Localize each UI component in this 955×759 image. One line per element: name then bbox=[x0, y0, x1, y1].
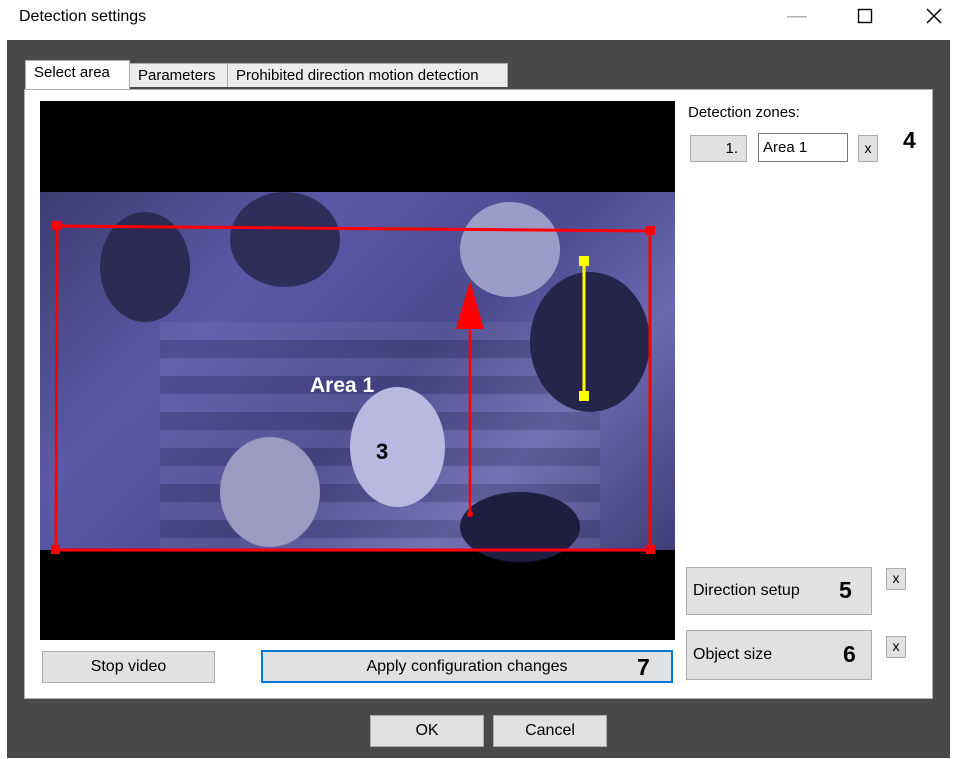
direction-arrow-origin bbox=[467, 511, 473, 517]
detection-zones-header: Detection zones: bbox=[688, 104, 800, 121]
marker-4: 4 bbox=[903, 127, 916, 153]
direction-setup-label: Direction setup bbox=[693, 582, 800, 599]
area-vertex-handle bbox=[646, 226, 655, 235]
zone-name-input[interactable] bbox=[758, 133, 848, 162]
close-icon[interactable] bbox=[917, 3, 951, 29]
tab-select-area[interactable]: Select area bbox=[25, 60, 130, 89]
marker-5: 5 bbox=[839, 577, 852, 603]
apply-changes-button[interactable]: Apply configuration changes bbox=[261, 650, 673, 683]
area-vertex-handle bbox=[52, 221, 61, 230]
title-bar: Detection settings — bbox=[0, 0, 955, 36]
maximize-icon[interactable] bbox=[848, 3, 882, 29]
apply-changes-label: Apply configuration changes bbox=[366, 658, 568, 675]
zone-overlay bbox=[51, 221, 655, 554]
remove-object-size-button[interactable]: x bbox=[886, 636, 906, 658]
remove-zone-button[interactable]: x bbox=[858, 135, 878, 162]
stop-video-button[interactable]: Stop video bbox=[42, 651, 215, 683]
object-size-label: Object size bbox=[693, 646, 773, 663]
video-view[interactable]: Area 1 3 bbox=[40, 101, 675, 640]
window-title: Detection settings bbox=[19, 8, 147, 25]
object-size-handle bbox=[579, 256, 589, 266]
cancel-button[interactable]: Cancel bbox=[493, 715, 607, 747]
area-label: Area 1 bbox=[310, 374, 375, 397]
area-vertex-handle bbox=[51, 545, 60, 554]
tab-prohibited-direction[interactable]: Prohibited direction motion detection bbox=[227, 63, 508, 87]
area-vertex-handle bbox=[646, 545, 655, 554]
ok-button[interactable]: OK bbox=[370, 715, 484, 747]
marker-7: 7 bbox=[637, 654, 650, 680]
direction-arrow-head bbox=[456, 281, 484, 329]
tab-parameters[interactable]: Parameters bbox=[129, 63, 228, 87]
minimize-icon[interactable]: — bbox=[780, 3, 814, 29]
remove-direction-button[interactable]: x bbox=[886, 568, 906, 590]
zone-number: 1. bbox=[690, 135, 747, 162]
marker-3: 3 bbox=[376, 439, 389, 464]
marker-6: 6 bbox=[843, 641, 856, 667]
object-size-handle bbox=[579, 391, 589, 401]
